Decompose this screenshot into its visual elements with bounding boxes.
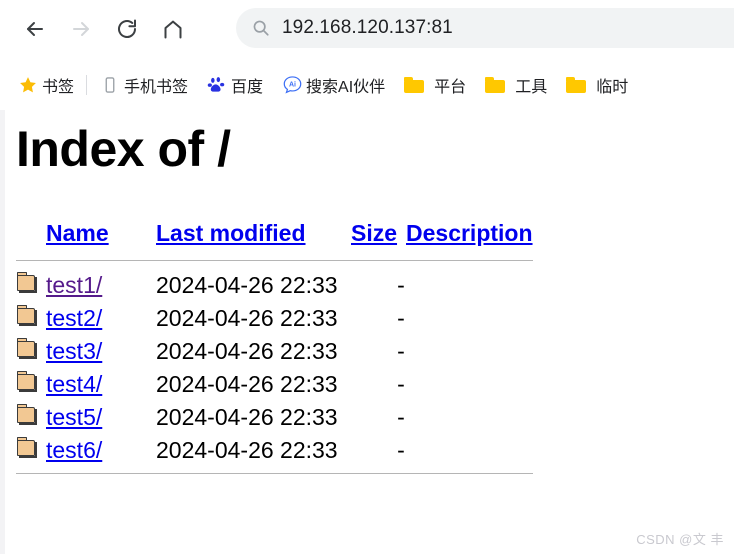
sort-by-description-link[interactable]: Description	[406, 220, 533, 246]
bookmark-label: 百度	[231, 79, 264, 96]
reload-icon	[115, 17, 139, 41]
table-row[interactable]: test2/ 2024-04-26 22:33 -	[16, 302, 576, 335]
table-row[interactable]: test3/ 2024-04-26 22:33 -	[16, 335, 576, 368]
size-cell: -	[397, 371, 405, 397]
browser-toolbar: 192.168.120.137:81	[0, 0, 734, 58]
bookmark-label: 临时	[596, 79, 629, 96]
table-row[interactable]: test6/ 2024-04-26 22:33 -	[16, 434, 576, 467]
folder-icon	[16, 437, 46, 464]
table-row[interactable]: test5/ 2024-04-26 22:33 -	[16, 401, 576, 434]
sort-by-size-link[interactable]: Size	[351, 220, 397, 246]
svg-text:Ai: Ai	[289, 81, 296, 88]
search-icon	[250, 17, 272, 39]
table-row[interactable]: test4/ 2024-04-26 22:33 -	[16, 368, 576, 401]
home-icon	[161, 17, 185, 41]
column-header-name: Name	[16, 220, 156, 247]
directory-link[interactable]: test4/	[46, 371, 102, 397]
last-modified-cell: 2024-04-26 22:33	[156, 437, 338, 463]
file-name-cell: test1/	[46, 272, 156, 299]
directory-link[interactable]: test6/	[46, 437, 102, 463]
directory-link[interactable]: test5/	[46, 404, 102, 430]
bookmark-label: 书签	[42, 79, 75, 96]
folder-icon	[16, 305, 46, 332]
size-cell: -	[397, 437, 405, 463]
file-name-cell: test5/	[46, 404, 156, 431]
folder-icon	[16, 272, 46, 299]
reload-button[interactable]	[104, 6, 150, 52]
folder-icon	[16, 404, 46, 431]
address-bar-url[interactable]: 192.168.120.137:81	[282, 17, 453, 39]
bookmarks-bar: 书签 手机书签 百度 Ai 搜索AI伙伴 平台 工具 临时	[0, 64, 734, 106]
bookmark-label: 平台	[434, 79, 467, 96]
bookmark-label: 手机书签	[124, 79, 189, 96]
folder-icon	[484, 74, 506, 96]
size-cell: -	[397, 272, 405, 298]
bookmark-label: 搜索AI伙伴	[306, 79, 386, 96]
last-modified-cell: 2024-04-26 22:33	[156, 404, 338, 430]
folder-icon	[565, 74, 587, 96]
folder-icon	[16, 371, 46, 398]
file-name-cell: test2/	[46, 305, 156, 332]
bookmark-label: 工具	[515, 79, 548, 96]
last-modified-cell: 2024-04-26 22:33	[156, 272, 338, 298]
star-icon	[17, 74, 39, 96]
folder-icon	[16, 338, 46, 365]
directory-listing: Name Last modified Size Description test…	[16, 220, 576, 482]
sort-by-name-link[interactable]: Name	[46, 220, 109, 246]
bookmark-item-baidu[interactable]: 百度	[203, 70, 266, 100]
page-content: Index of / Name Last modified Size Descr…	[0, 110, 734, 554]
table-row[interactable]: test1/ 2024-04-26 22:33 -	[16, 269, 576, 302]
sort-by-modified-link[interactable]: Last modified	[156, 220, 306, 246]
home-button[interactable]	[150, 6, 196, 52]
last-modified-cell: 2024-04-26 22:33	[156, 305, 338, 331]
address-bar[interactable]: 192.168.120.137:81	[236, 8, 734, 48]
listing-bottom-rule	[16, 473, 533, 474]
bookmark-folder-linshi[interactable]: 临时	[562, 70, 631, 100]
bookmark-folder-gongju[interactable]: 工具	[481, 70, 550, 100]
watermark: CSDN @文 丰	[636, 532, 724, 547]
listing-header-row: Name Last modified Size Description	[16, 220, 576, 254]
page-left-edge	[0, 110, 5, 554]
listing-top-rule	[16, 260, 533, 261]
phone-icon	[99, 74, 121, 96]
column-header-size: Size	[351, 220, 406, 247]
folder-icon	[403, 74, 425, 96]
column-header-last-modified: Last modified	[156, 220, 351, 247]
last-modified-cell: 2024-04-26 22:33	[156, 371, 338, 397]
browser-chrome: 192.168.120.137:81 书签 手机书签 百度 Ai 搜索AI伙伴 …	[0, 0, 734, 110]
forward-arrow-icon	[69, 17, 93, 41]
bookmark-folder-pingtai[interactable]: 平台	[400, 70, 469, 100]
file-name-cell: test4/	[46, 371, 156, 398]
directory-link[interactable]: test2/	[46, 305, 102, 331]
file-name-cell: test3/	[46, 338, 156, 365]
size-cell: -	[397, 404, 405, 430]
forward-button[interactable]	[58, 6, 104, 52]
page-title: Index of /	[16, 121, 231, 177]
back-arrow-icon	[23, 17, 47, 41]
back-button[interactable]	[12, 6, 58, 52]
file-name-cell: test6/	[46, 437, 156, 464]
directory-link[interactable]: test1/	[46, 272, 102, 298]
size-cell: -	[397, 338, 405, 364]
size-cell: -	[397, 305, 405, 331]
last-modified-cell: 2024-04-26 22:33	[156, 338, 338, 364]
bookmark-item-mobile[interactable]: 手机书签	[96, 70, 191, 100]
bookmark-item-shuqian[interactable]: 书签	[14, 70, 77, 100]
baidu-paw-icon	[206, 74, 228, 96]
bookmarks-separator	[86, 75, 88, 95]
column-header-description: Description	[406, 220, 533, 247]
ai-badge-icon: Ai	[281, 74, 303, 96]
directory-link[interactable]: test3/	[46, 338, 102, 364]
browser-window: 192.168.120.137:81 书签 手机书签 百度 Ai 搜索AI伙伴 …	[0, 0, 734, 554]
bookmark-item-ai-partner[interactable]: Ai 搜索AI伙伴	[278, 70, 388, 100]
